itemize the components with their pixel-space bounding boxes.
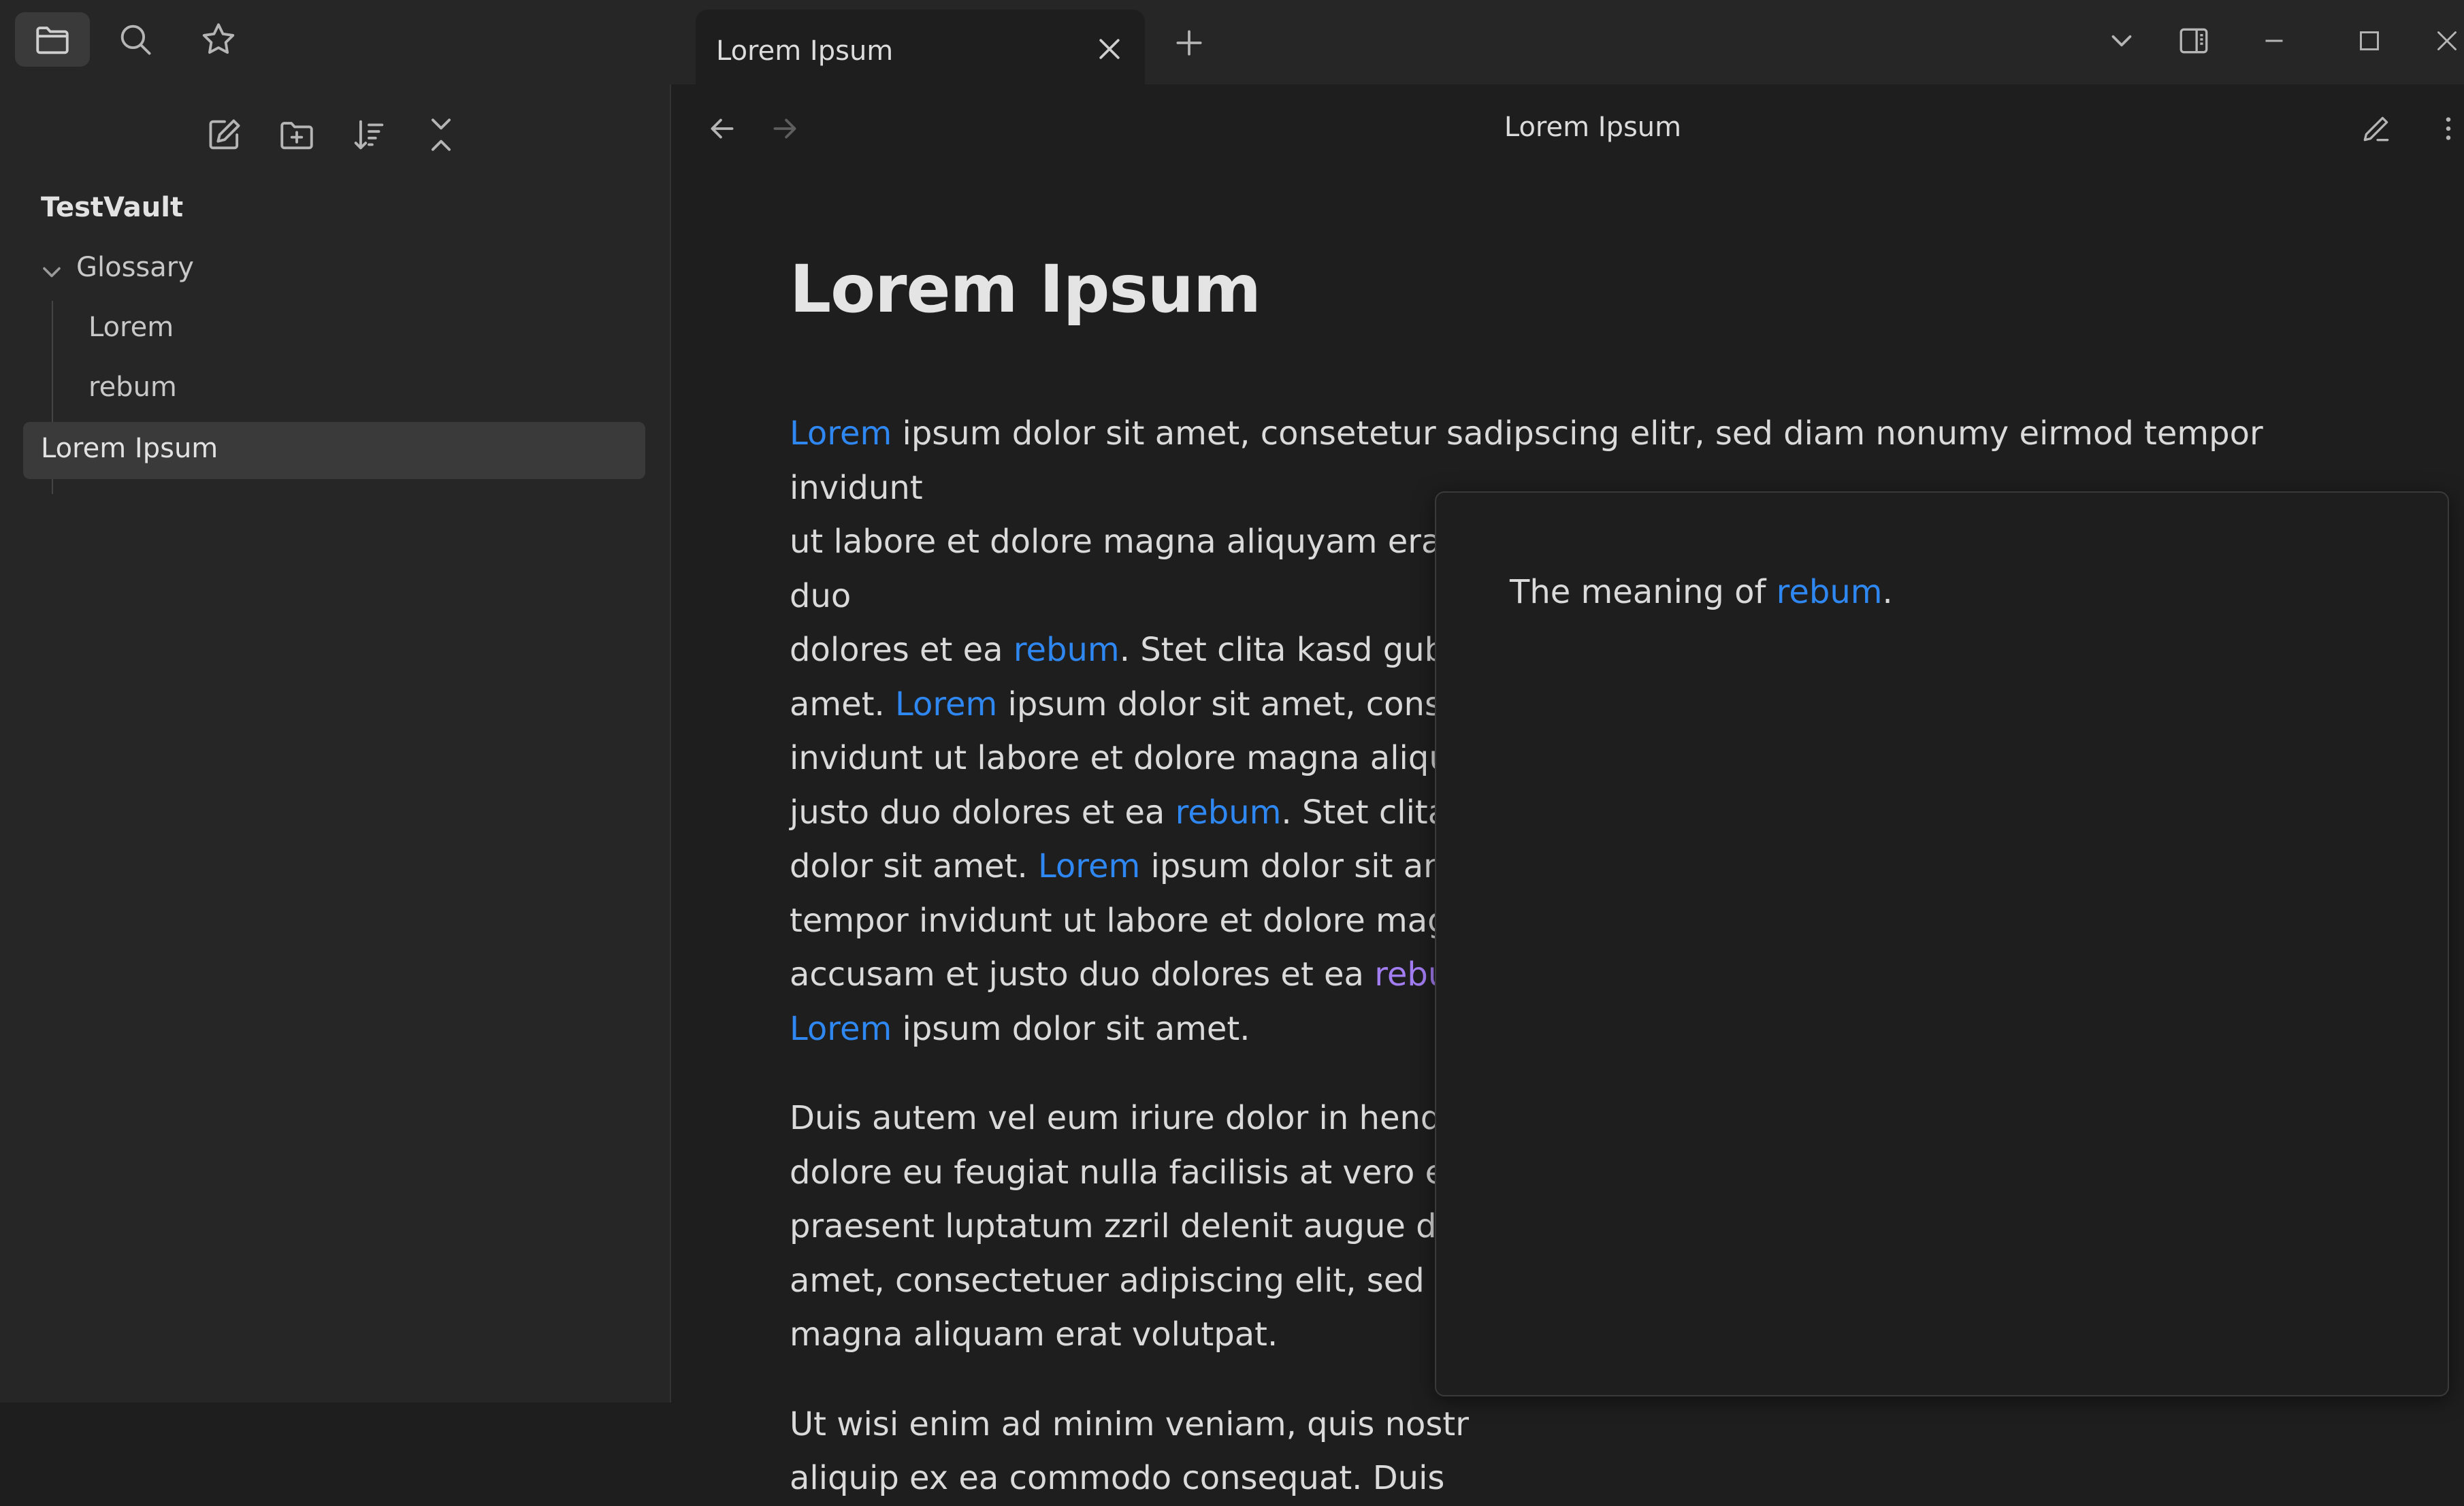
note-title: Lorem Ipsum [790,251,1261,327]
sort-icon [354,120,384,150]
file-explorer: TestVault Glossary Lorem rebum Lorem Ips… [0,84,671,1403]
chevron-down-icon [2111,35,2132,47]
paragraph-3: Ut wisi enim ad minim veniam, quis nostr… [790,1405,1469,1498]
star-icon [202,23,235,54]
collapse-all-icon [431,118,451,151]
file-lorem-ipsum[interactable]: Lorem Ipsum [23,422,645,479]
vault-name[interactable]: TestVault [41,192,183,223]
close-icon [1099,39,1120,59]
link-preview-popover[interactable]: The meaning of rebum. [1435,491,2449,1396]
search-icon [120,24,151,55]
toggle-right-sidebar-button[interactable] [2163,14,2224,68]
more-options-button[interactable] [2433,105,2464,152]
tab-title: Lorem Ipsum [716,35,894,67]
new-folder-button[interactable] [270,108,324,162]
folder-glossary[interactable]: Glossary [76,252,194,283]
file-label: Lorem Ipsum [41,433,218,464]
plus-icon [1176,30,1202,56]
chevron-down-icon[interactable] [37,257,67,287]
edit-mode-button[interactable] [2352,105,2400,152]
new-note-icon [209,119,240,150]
preview-text: The meaning of rebum. [1510,573,1893,611]
search-button[interactable] [98,12,173,67]
maximize-icon [2360,31,2379,50]
minimize-button[interactable] [2243,14,2305,68]
new-folder-icon [280,122,313,150]
window-close-button[interactable] [2430,14,2464,68]
pencil-icon [2363,116,2389,142]
view-title[interactable]: Lorem Ipsum [672,112,2464,143]
close-icon [2437,31,2457,50]
new-tab-button[interactable] [1165,19,1213,67]
file-rebum[interactable]: rebum [88,372,177,403]
more-vertical-icon [2446,117,2451,140]
maximize-button[interactable] [2339,14,2400,68]
internal-link-lorem[interactable]: Lorem [1038,847,1140,885]
internal-link-rebum[interactable]: rebum [1777,573,1883,611]
internal-link-lorem[interactable]: Lorem [790,414,892,453]
bookmarks-button[interactable] [181,12,256,67]
tab-lorem-ipsum[interactable]: Lorem Ipsum [696,10,1145,84]
new-note-button[interactable] [197,108,252,162]
internal-link-lorem[interactable]: Lorem [895,685,997,723]
title-bar: Lorem Ipsum [0,0,2464,84]
collapse-all-button[interactable] [414,108,468,162]
folder-icon [36,27,69,54]
sidebar-right-icon [2179,28,2208,54]
files-button[interactable] [15,12,90,67]
sort-button[interactable] [342,108,396,162]
file-lorem[interactable]: Lorem [88,312,174,343]
internal-link-lorem[interactable]: Lorem [790,1010,892,1048]
internal-link-rebum[interactable]: rebum [1176,793,1282,832]
internal-link-rebum[interactable]: rebum [1014,631,1120,669]
minimize-icon [2265,39,2283,42]
view-header: Lorem Ipsum [672,84,2464,170]
tab-list-button[interactable] [2091,14,2152,68]
tab-close-button[interactable] [1089,29,1130,69]
